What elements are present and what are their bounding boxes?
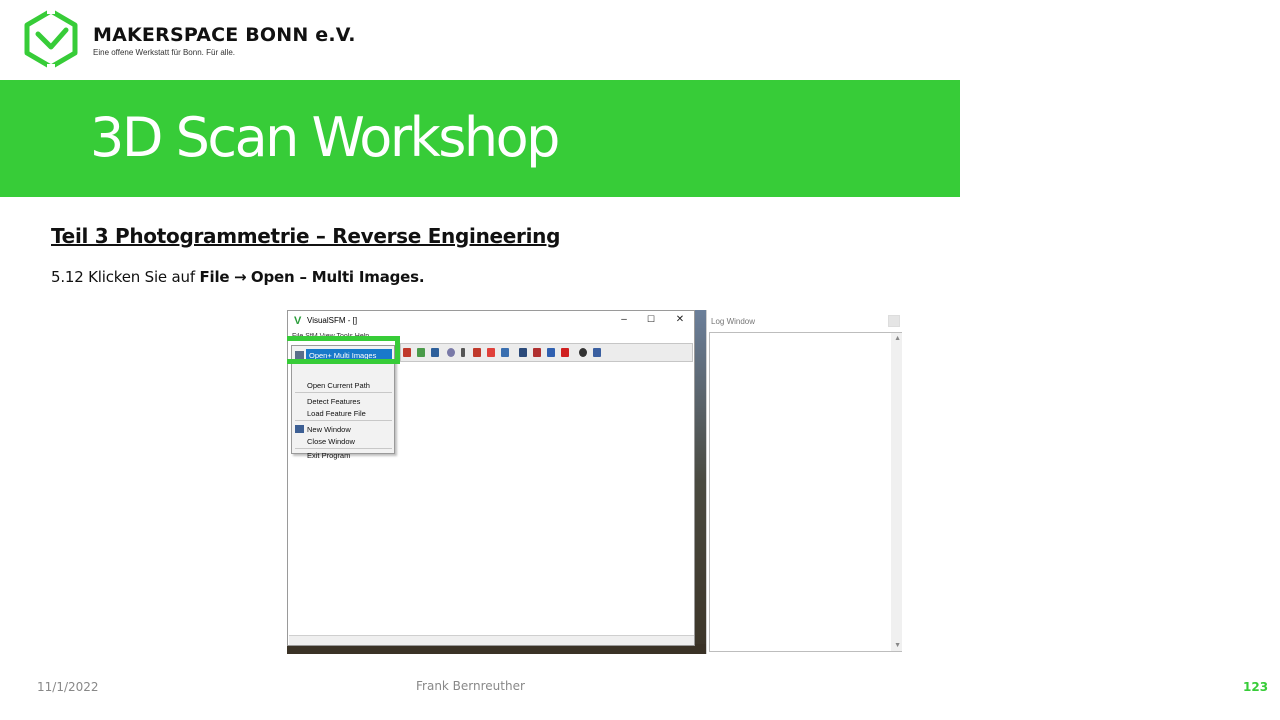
window-title: VisualSFM - []	[307, 316, 358, 325]
title-banner: 3D Scan Workshop	[0, 80, 960, 197]
log-window-title: Log Window	[711, 317, 756, 326]
scroll-up-icon[interactable]: ▲	[894, 335, 901, 342]
toolbar-icon-run[interactable]	[473, 348, 481, 357]
visualsfm-window: V VisualSFM - [] – ☐ ✕ File SfM View Too…	[287, 310, 695, 646]
scroll-down-icon[interactable]: ▼	[894, 642, 901, 649]
menu-item-load-feature-file[interactable]: Load Feature File	[307, 409, 366, 418]
toolbar-icon-expand[interactable]	[519, 348, 527, 357]
menu-item-close-window[interactable]: Close Window	[307, 437, 355, 446]
log-output-pane[interactable]: ▲ ▼	[709, 332, 902, 652]
new-window-icon	[295, 425, 304, 433]
menu-item-new-window[interactable]: New Window	[307, 425, 351, 434]
step-prefix: 5.12 Klicken Sie auf	[51, 268, 200, 286]
highlight-frame	[287, 336, 400, 364]
menu-item-exit-program[interactable]: Exit Program	[307, 451, 350, 460]
menu-separator	[295, 392, 392, 393]
toolbar-icon-dense[interactable]	[501, 348, 509, 357]
minimize-icon[interactable]: –	[616, 314, 632, 325]
app-screenshot: V VisualSFM - [] – ☐ ✕ File SfM View Too…	[287, 310, 902, 654]
log-scrollbar[interactable]: ▲ ▼	[891, 333, 902, 651]
menu-item-open-current-path[interactable]: Open Current Path	[307, 381, 370, 390]
menu-separator	[295, 448, 392, 449]
visualsfm-app-icon: V	[294, 315, 302, 327]
toolbar-icon-compute[interactable]	[547, 348, 555, 357]
brand-tagline: Eine offene Werkstatt für Bonn. Für alle…	[93, 48, 235, 57]
gear-icon[interactable]	[579, 348, 587, 357]
step-instruction: 5.12 Klicken Sie auf File → Open – Multi…	[51, 268, 425, 286]
arrow-right-icon: →	[233, 268, 247, 286]
toolbar-icon-open[interactable]	[403, 348, 411, 357]
log-close-button[interactable]	[888, 315, 900, 327]
window-toolbar	[400, 343, 693, 362]
toolbar-icon-match[interactable]	[417, 348, 425, 357]
toolbar-icon-zoom[interactable]	[447, 348, 455, 357]
toolbar-dropdown-icon[interactable]	[461, 348, 465, 357]
brand-block: MAKERSPACE BONN e.V. Eine offene Werksta…	[93, 24, 356, 57]
toolbar-icon-chart[interactable]	[593, 348, 601, 357]
section-subtitle: Teil 3 Photogrammetrie – Reverse Enginee…	[51, 224, 561, 248]
toolbar-icon-forward[interactable]	[533, 348, 541, 357]
toolbar-icon-pause[interactable]	[561, 348, 569, 357]
menu-separator	[295, 420, 392, 421]
close-icon[interactable]: ✕	[672, 314, 688, 325]
footer-date: 11/1/2022	[37, 680, 99, 694]
maximize-icon[interactable]: ☐	[643, 314, 659, 325]
slide-title: 3D Scan Workshop	[90, 106, 560, 169]
step-file: File	[199, 268, 230, 286]
window-statusbar	[289, 635, 694, 645]
page-number: 123	[1243, 680, 1269, 694]
log-window: Log Window ▲ ▼	[706, 310, 902, 654]
menu-item-detect-features[interactable]: Detect Features	[307, 397, 360, 406]
toolbar-icon-grid[interactable]	[431, 348, 439, 357]
step-target: Open – Multi Images.	[250, 268, 425, 286]
window-titlebar[interactable]: V VisualSFM - [] – ☐ ✕	[288, 311, 694, 333]
brand-title: MAKERSPACE BONN e.V.	[93, 24, 356, 46]
toolbar-icon-stop[interactable]	[487, 348, 495, 357]
footer-author: Frank Bernreuther	[416, 679, 525, 693]
makerspace-logo-icon	[24, 8, 78, 70]
